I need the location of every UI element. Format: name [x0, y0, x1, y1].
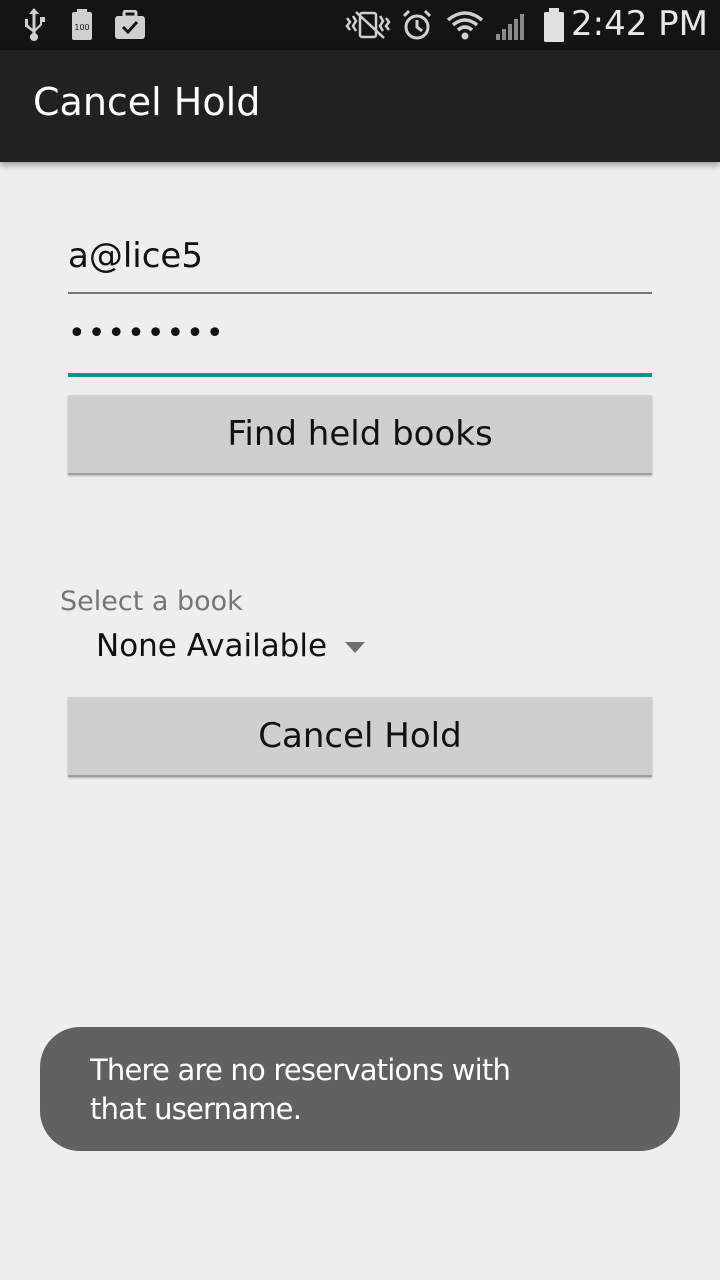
- find-held-books-button[interactable]: Find held books: [68, 395, 652, 475]
- battery-icon: [542, 8, 566, 42]
- username-value: a@lice5: [68, 236, 203, 276]
- password-value: ••••••••: [68, 316, 226, 351]
- usb-icon: [20, 8, 48, 42]
- toast-message: There are no reservations with that user…: [90, 1053, 511, 1126]
- briefcase-check-icon: [114, 8, 146, 42]
- book-spinner-value: None Available: [96, 628, 328, 664]
- vibrate-icon: [344, 8, 392, 42]
- battery-saver-label: 100: [74, 23, 89, 32]
- app-bar: Cancel Hold: [0, 50, 720, 162]
- status-time: 2:42 PM: [571, 4, 708, 44]
- dropdown-arrow-icon: [345, 641, 366, 653]
- password-field[interactable]: ••••••••: [68, 312, 652, 378]
- page-title: Cancel Hold: [33, 80, 261, 124]
- select-book-label: Select a book: [60, 586, 243, 617]
- password-underline-focused: [68, 373, 652, 377]
- username-underline: [68, 292, 652, 294]
- alarm-icon: [401, 8, 433, 42]
- username-field[interactable]: a@lice5: [68, 230, 652, 294]
- signal-icon: [494, 8, 530, 42]
- cancel-hold-button[interactable]: Cancel Hold: [68, 697, 652, 777]
- wifi-icon: [444, 8, 486, 42]
- battery-saver-icon: 100: [70, 8, 94, 42]
- book-spinner[interactable]: None Available: [96, 622, 366, 670]
- status-bar: 100 2:42 PM: [0, 0, 720, 50]
- toast: There are no reservations with that user…: [40, 1027, 680, 1151]
